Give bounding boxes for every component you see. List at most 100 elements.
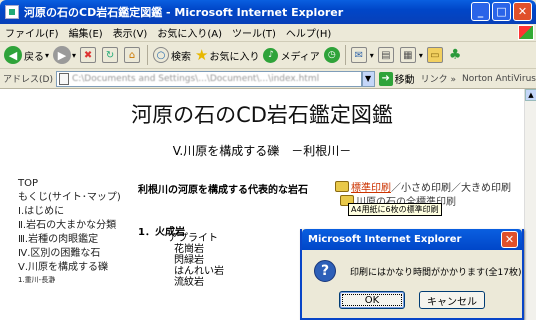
toolbar-separator [147,45,149,65]
address-bar: アドレス(D) C:\Documents and Settings\...\Do… [0,69,536,89]
dialog-buttons: OK キャンセル [302,291,522,309]
stop-button[interactable]: ✖ [78,44,100,66]
edit-icon: ▦ [399,47,416,63]
folder-button[interactable]: ▭ [425,44,447,66]
printer-icon [335,181,349,192]
chevron-down-icon: ▾ [45,50,50,60]
messenger-button[interactable]: ♣ [447,44,464,66]
nav-item-identification[interactable]: Ⅲ.岩種の肉眼鑑定 [18,233,128,247]
home-icon: ⌂ [124,47,141,63]
print-standard-link[interactable]: 標準印刷 [351,179,391,194]
go-label: 移動 [394,75,415,86]
rock-item[interactable]: 閃緑岩 [168,255,224,266]
history-button[interactable]: ◷ [322,44,342,66]
address-input[interactable]: C:\Documents and Settings\...\Document\.… [55,70,362,87]
close-button[interactable]: ✕ [513,2,532,21]
nav-item-intro[interactable]: Ⅰ.はじめに [18,205,128,219]
stop-icon: ✖ [80,47,97,63]
rock-item[interactable]: 花崗岩 [168,244,224,255]
star-icon: ★ [195,46,209,64]
dialog-message: 印刷にはかなり時間がかかります(全17枚) [350,267,522,278]
go-button[interactable]: ➜ 移動 [378,71,415,86]
messenger-icon: ♣ [448,47,462,63]
vertical-scrollbar[interactable]: ▲ [524,89,536,320]
media-button[interactable]: ♪ メディア [261,44,321,66]
dialog-close-button[interactable]: ✕ [501,231,518,248]
windows-logo-icon [518,25,534,40]
nav-item-top[interactable]: TOP [18,177,128,191]
go-arrow-icon: ➜ [378,71,393,86]
minimize-button[interactable]: _ [471,2,490,21]
chevron-down-icon: ▾ [418,50,423,60]
links-button[interactable]: リンク » [421,72,456,85]
favorites-button[interactable]: ★ お気に入り [193,44,261,66]
ie-page-icon [5,5,19,19]
rock-item[interactable]: 流紋岩 [168,277,224,288]
mail-button[interactable]: ✉ ▾ [349,44,376,66]
question-icon: ? [314,260,336,282]
nav-item-river-gravel[interactable]: Ⅴ.川原を構成する礫 [18,261,128,275]
maximize-button[interactable]: □ [492,2,511,21]
forward-arrow-icon: ▶ [53,46,72,64]
nav-item-difficult[interactable]: Ⅳ.区別の困難な石 [18,247,128,261]
search-button[interactable]: ○ 検索 [151,44,193,66]
menu-view[interactable]: 表示(V) [108,25,153,40]
chevron-down-icon: ▾ [72,50,77,60]
menu-favorites[interactable]: お気に入り(A) [152,25,227,40]
home-button[interactable]: ⌂ [122,44,144,66]
print-links: 標準印刷 ／ 小さめ印刷 ／ 大きめ印刷 [335,179,511,194]
page-title: 河原の石のCD岩石鑑定図鑑 [131,103,393,127]
intro-heading: 利根川の河原を構成する代表的な岩石 [138,185,308,196]
search-label: 検索 [171,51,192,63]
menu-bar: ファイル(F) 編集(E) 表示(V) お気に入り(A) ツール(T) ヘルプ(… [0,24,536,42]
media-icon: ♪ [263,47,279,63]
mail-icon: ✉ [350,47,367,63]
nav-item-classification[interactable]: Ⅱ.岩石の大まかな分類 [18,219,128,233]
edit-button[interactable]: ▦ ▾ [398,44,425,66]
menu-edit[interactable]: 編集(E) [64,25,108,40]
rock-item[interactable]: はんれい岩 [168,266,224,277]
folder-icon: ▭ [426,47,443,63]
menu-help[interactable]: ヘルプ(H) [281,25,336,40]
dialog-body: ? 印刷にはかなり時間がかかります(全17枚) [302,250,522,282]
window-controls: _ □ ✕ [471,2,532,21]
title-bar: 河原の石のCD岩石鑑定図鑑 - Microsoft Internet Explo… [0,0,536,24]
print-large-link[interactable]: 大きめ印刷 [461,179,511,194]
menu-file[interactable]: ファイル(F) [0,25,64,40]
toolbar-separator [344,45,346,65]
back-label: 戻る [24,51,44,63]
rock-item[interactable]: アプライト [168,233,224,244]
tooltip: A4用紙に6枚の標準印刷 [348,203,442,216]
window-title: 河原の石のCD岩石鑑定図鑑 - Microsoft Internet Explo… [24,6,344,19]
address-value: C:\Documents and Settings\...\Document\.… [71,73,320,84]
cancel-button[interactable]: キャンセル [419,291,485,309]
print-button[interactable]: ▤ [376,44,398,66]
ok-button[interactable]: OK [339,291,405,309]
history-icon: ◷ [323,47,340,63]
chevron-down-icon: ▾ [369,50,374,60]
forward-button[interactable]: ▶ ▾ [51,44,78,66]
section-title: V.川原を構成する礫 －利根川－ [172,144,352,158]
dialog-title: Microsoft Internet Explorer [308,234,462,245]
nav-item-contents[interactable]: もくじ(サイト･マップ) [18,191,128,205]
refresh-icon: ↻ [102,47,119,63]
back-arrow-icon: ◀ [4,46,22,64]
norton-antivirus-button[interactable]: Norton AntiVirus [462,74,536,84]
toolbar: ◀ 戻る ▾ ▶ ▾ ✖ ↻ ⌂ ○ 検索 ★ お気に入り ♪ メディア ◷ ✉… [0,42,536,69]
print-small-link[interactable]: 小さめ印刷 [401,179,451,194]
printer-icon: ▤ [377,47,394,63]
dialog-title-bar: Microsoft Internet Explorer ✕ [302,229,522,250]
sidebar-nav: TOP もくじ(サイト･マップ) Ⅰ.はじめに Ⅱ.岩石の大まかな分類 Ⅲ.岩種… [18,177,128,285]
confirm-dialog: Microsoft Internet Explorer ✕ ? 印刷にはかなり時… [300,229,524,320]
address-dropdown-button[interactable]: ▼ [361,70,375,87]
scroll-up-arrow-icon[interactable]: ▲ [525,89,536,101]
address-label: アドレス(D) [3,75,53,85]
page-icon [58,72,69,85]
refresh-button[interactable]: ↻ [100,44,122,66]
nav-subitem[interactable]: 1.重川-長瀞 [18,275,128,285]
search-icon: ○ [153,47,170,63]
rock-list: アプライト 花崗岩 閃緑岩 はんれい岩 流紋岩 [168,233,224,288]
back-button[interactable]: ◀ 戻る ▾ [2,44,51,66]
menu-tools[interactable]: ツール(T) [227,25,281,40]
media-label: メディア [280,51,320,63]
